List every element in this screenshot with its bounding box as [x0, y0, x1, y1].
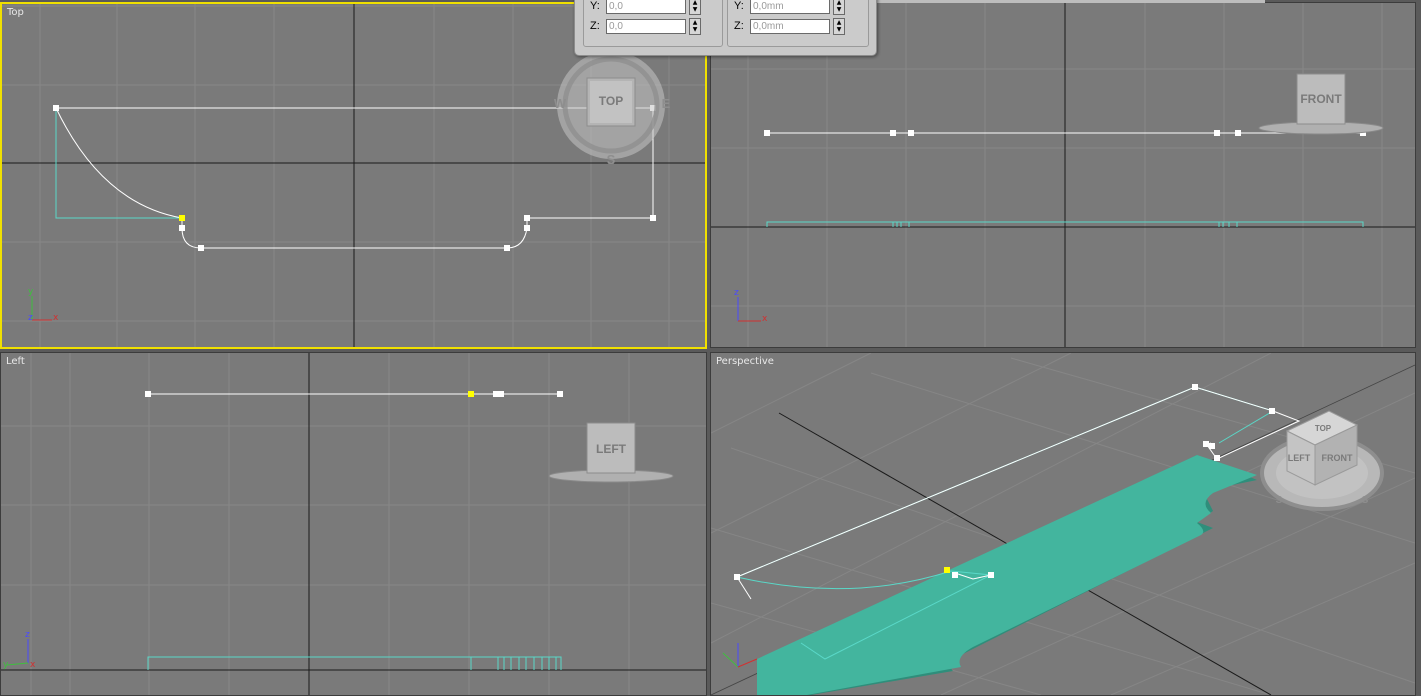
viewport-label[interactable]: Perspective: [716, 356, 774, 367]
compass-east: E: [662, 96, 671, 111]
z-label: Z:: [734, 20, 744, 32]
axis-tripod: y z x: [28, 287, 59, 323]
absolute-z-row: Z: 0,0 ▲ ▼: [590, 17, 701, 35]
viewcube-face-front[interactable]: FRONT: [1322, 453, 1353, 463]
compass-south-2: S: [1362, 495, 1369, 506]
viewport-label[interactable]: Top: [7, 7, 24, 18]
svg-text:y: y: [3, 660, 9, 670]
y-label: Y:: [590, 0, 600, 12]
ground-shape-segments: [470, 657, 557, 670]
viewcube-face-left[interactable]: LEFT: [1288, 453, 1311, 463]
viewcube-face-label[interactable]: FRONT: [1300, 92, 1342, 106]
svg-text:x: x: [53, 313, 59, 323]
grid: [1, 353, 706, 695]
offset-z-field[interactable]: 0,0mm: [750, 18, 830, 34]
svg-text:z: z: [734, 288, 739, 298]
toolbar-edge: [875, 0, 1265, 3]
offset-z-row: Z: 0,0mm ▲ ▼: [734, 17, 845, 35]
compass-west: W: [554, 96, 567, 111]
svg-text:y: y: [28, 287, 34, 297]
offset-screen-group: Y: 0,0mm ▲ ▼ Z: 0,0mm ▲ ▼: [727, 0, 869, 47]
selected-vertex[interactable]: [468, 391, 474, 397]
axis-tripod: [722, 643, 758, 668]
selected-vertex[interactable]: [179, 215, 185, 221]
viewport-perspective[interactable]: Perspective TOP LEFT FRONT S S: [710, 352, 1416, 696]
compass-south: S: [1276, 495, 1283, 506]
compass-south: S: [607, 152, 616, 167]
transform-type-in-dialog[interactable]: Y: 0,0 ▲ ▼ Z: 0,0 ▲ ▼ Y: 0,0mm ▲ ▼ Z: 0,0mm…: [574, 0, 877, 56]
offset-y-field[interactable]: 0,0mm: [750, 0, 830, 14]
viewcube-left[interactable]: LEFT: [548, 422, 674, 483]
absolute-world-group: Y: 0,0 ▲ ▼ Z: 0,0 ▲ ▼: [583, 0, 723, 47]
viewport-label[interactable]: Left: [6, 356, 25, 367]
viewcube-front[interactable]: FRONT: [1258, 73, 1384, 135]
svg-text:z: z: [25, 630, 30, 640]
ground-shape-outline: [147, 656, 562, 670]
offset-y-spinner[interactable]: ▲ ▼: [833, 0, 845, 15]
svg-text:x: x: [30, 660, 36, 670]
left-viewport-canvas[interactable]: LEFT z y x: [1, 353, 706, 695]
absolute-y-row: Y: 0,0 ▲ ▼: [590, 0, 701, 15]
absolute-y-spinner[interactable]: ▲ ▼: [689, 0, 701, 15]
absolute-z-field[interactable]: 0,0: [606, 18, 686, 34]
viewcube-perspective[interactable]: TOP LEFT FRONT S S: [1260, 410, 1384, 511]
ground-shape[interactable]: [757, 455, 1257, 695]
viewport-left[interactable]: Left LEFT z y x: [0, 352, 707, 696]
viewcube-face-label[interactable]: TOP: [599, 94, 623, 108]
z-label: Z:: [590, 20, 600, 32]
svg-text:z: z: [28, 313, 33, 323]
y-label: Y:: [734, 0, 744, 12]
absolute-y-field[interactable]: 0,0: [606, 0, 686, 14]
viewcube-face-top[interactable]: TOP: [1315, 424, 1332, 433]
offset-z-spinner[interactable]: ▲ ▼: [833, 17, 845, 35]
perspective-viewport-canvas[interactable]: TOP LEFT FRONT S S: [711, 353, 1415, 695]
offset-y-row: Y: 0,0mm ▲ ▼: [734, 0, 845, 15]
viewcube-face-label[interactable]: LEFT: [596, 442, 627, 456]
selected-vertex[interactable]: [944, 567, 950, 573]
svg-text:x: x: [762, 314, 768, 324]
absolute-z-spinner[interactable]: ▲ ▼: [689, 17, 701, 35]
